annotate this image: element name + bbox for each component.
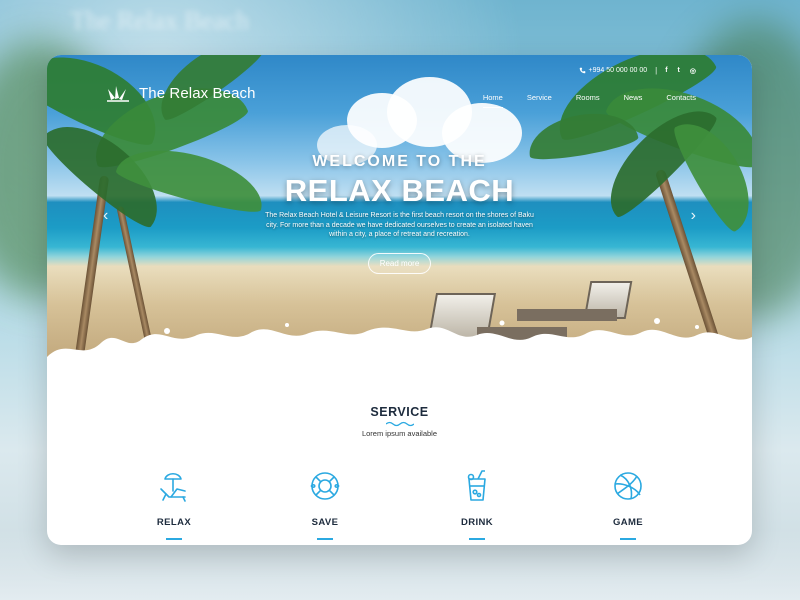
phone-link[interactable]: +994 50 000 00 00 <box>579 67 648 74</box>
feature-save[interactable]: SAVE <box>265 469 385 540</box>
main-nav: Home Service Rooms News Contacts <box>482 93 696 108</box>
feature-drink[interactable]: DRINK <box>417 469 537 540</box>
nav-item-rooms[interactable]: Rooms <box>576 93 600 102</box>
separator: | <box>655 66 658 75</box>
twitter-icon[interactable]: t <box>678 67 680 75</box>
nav-item-service[interactable]: Service <box>527 93 552 102</box>
phone-number: +994 50 000 00 00 <box>588 67 648 74</box>
brand-logo[interactable]: The Relax Beach <box>105 83 256 103</box>
hero-section: +994 50 000 00 00 | f t ◎ The Relax Beac… <box>47 55 752 375</box>
hero-welcome: WELCOME TO THE <box>312 153 487 170</box>
feature-label: DRINK <box>460 517 494 528</box>
hero-headline: RELAX BEACH <box>284 173 515 208</box>
hero-description: The Relax Beach Hotel & Leisure Resort i… <box>265 212 534 238</box>
water-splash <box>47 318 752 375</box>
phone-icon <box>579 67 585 74</box>
feature-game[interactable]: GAME <box>568 469 688 540</box>
feature-underline <box>317 538 333 540</box>
wave-divider-icon <box>385 421 414 427</box>
background-blurred-title: The Relax Beach <box>70 6 250 35</box>
read-more-button[interactable]: Read more <box>367 252 432 274</box>
feature-label: GAME <box>612 517 644 528</box>
nav-item-news[interactable]: News <box>624 93 643 102</box>
lifebuoy-icon <box>310 472 340 500</box>
facebook-icon[interactable]: f <box>665 67 667 75</box>
service-section: SERVICE Lorem ipsum available <box>47 405 752 438</box>
hero-content: WELCOME TO THE RELAX BEACH The Relax Bea… <box>47 153 752 274</box>
feature-relax[interactable]: RELAX <box>114 469 234 540</box>
social-links: f t ◎ <box>665 67 696 75</box>
service-title: SERVICE <box>370 405 429 419</box>
sunbed-umbrella-icon <box>160 472 186 502</box>
beach-ball-icon <box>614 472 642 500</box>
feature-label: SAVE <box>311 517 339 528</box>
brand-name: The Relax Beach <box>139 84 256 102</box>
fan-logo-icon <box>107 86 129 102</box>
feature-underline <box>620 538 636 540</box>
nav-item-home[interactable]: Home <box>482 93 503 108</box>
feature-underline <box>166 538 182 540</box>
feature-underline <box>469 538 485 540</box>
service-subtitle: Lorem ipsum available <box>361 429 438 438</box>
nav-item-contacts[interactable]: Contacts <box>666 93 696 102</box>
instagram-icon[interactable]: ◎ <box>690 67 696 75</box>
feature-label: RELAX <box>156 517 192 528</box>
website-card: +994 50 000 00 00 | f t ◎ The Relax Beac… <box>47 55 752 545</box>
contact-bar: +994 50 000 00 00 | f t ◎ <box>579 66 696 75</box>
cocktail-glass-icon <box>467 470 486 501</box>
